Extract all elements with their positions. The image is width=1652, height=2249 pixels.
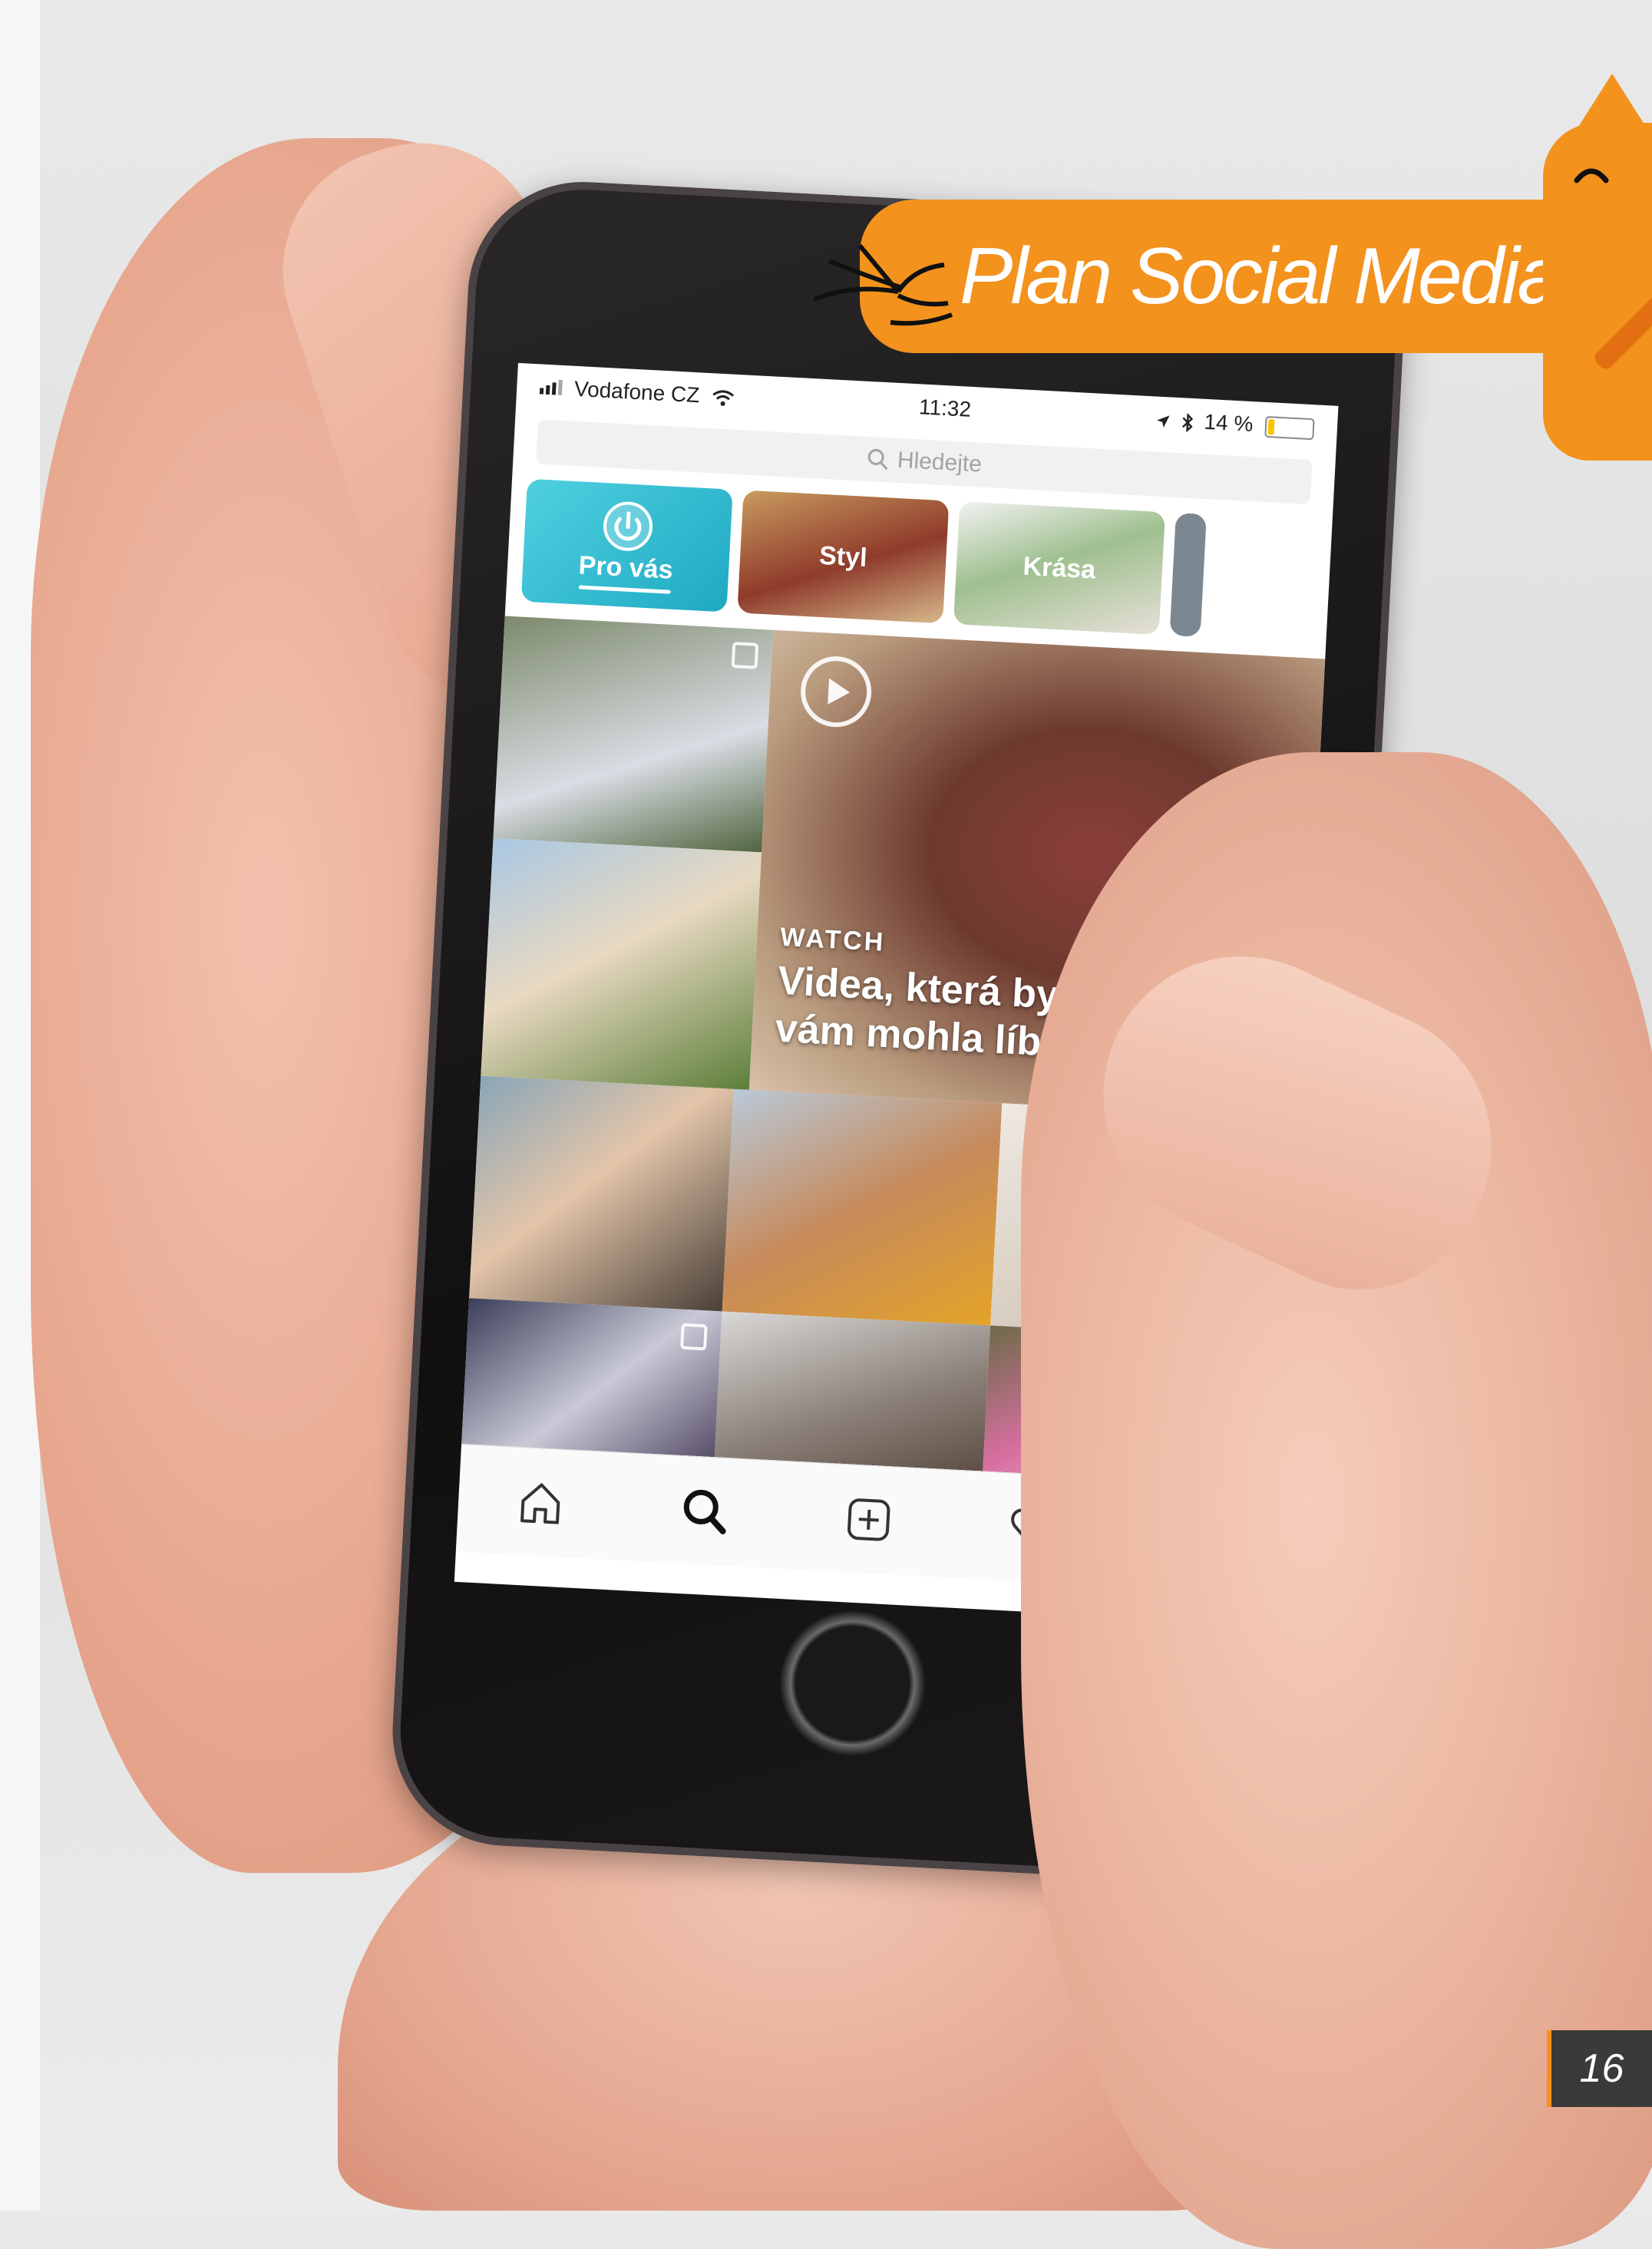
power-icon <box>603 501 653 551</box>
nav-home[interactable] <box>492 1454 589 1551</box>
play-icon <box>798 654 874 729</box>
topic-label: Styl <box>818 540 868 573</box>
page-number: 16 <box>1547 2030 1652 2107</box>
home-button[interactable] <box>775 1607 930 1760</box>
section-banner: Plan Social Media <box>860 200 1652 353</box>
add-post-icon <box>847 1498 890 1541</box>
clock: 11:32 <box>918 395 972 421</box>
home-icon <box>520 1483 560 1524</box>
battery-icon <box>1264 415 1315 440</box>
whisker-logo-icon <box>812 244 953 326</box>
post-selfie[interactable] <box>469 1075 734 1312</box>
location-icon <box>1157 415 1170 428</box>
battery-group: 14 % <box>1155 407 1315 440</box>
search-icon <box>683 1489 726 1534</box>
multi-photo-icon <box>731 642 759 669</box>
active-underline <box>578 585 671 594</box>
watch-title: Videa, která by vám mohla líbit <box>774 958 1067 1066</box>
right-hand <box>1021 752 1652 2249</box>
topic-next[interactable] <box>1169 513 1207 637</box>
post-couple[interactable] <box>481 838 762 1090</box>
topic-label: Pro vás <box>577 550 674 585</box>
post-street[interactable] <box>714 1311 991 1471</box>
topic-krasa[interactable]: Krása <box>953 501 1165 636</box>
carrier-group: Vodafone CZ <box>539 375 735 409</box>
wifi-icon <box>712 390 735 406</box>
battery-percent: 14 % <box>1203 409 1254 437</box>
search-icon <box>867 448 888 471</box>
carrier-label: Vodafone CZ <box>573 376 701 408</box>
post-singer[interactable] <box>461 1298 722 1458</box>
page-number-label: 16 <box>1579 2046 1624 2091</box>
nav-add-post[interactable] <box>821 1471 917 1568</box>
watch-caption: WATCH Videa, která by vám mohla líbit <box>774 923 1071 1068</box>
topic-pro-vas[interactable]: Pro vás <box>520 478 733 613</box>
signal-icon <box>539 378 563 395</box>
topic-label: Krása <box>1022 551 1097 585</box>
mascot-eye-icon <box>1574 168 1609 183</box>
search-placeholder: Hledejte <box>897 447 983 477</box>
post-wedding[interactable] <box>493 616 774 853</box>
bluetooth-icon <box>1181 412 1193 433</box>
post-city[interactable] <box>722 1088 1003 1326</box>
nav-search[interactable] <box>656 1463 753 1560</box>
battery-level <box>1267 418 1275 435</box>
banner-title: Plan Social Media <box>960 231 1561 321</box>
topic-styl[interactable]: Styl <box>737 490 950 624</box>
multi-photo-icon <box>680 1323 708 1351</box>
